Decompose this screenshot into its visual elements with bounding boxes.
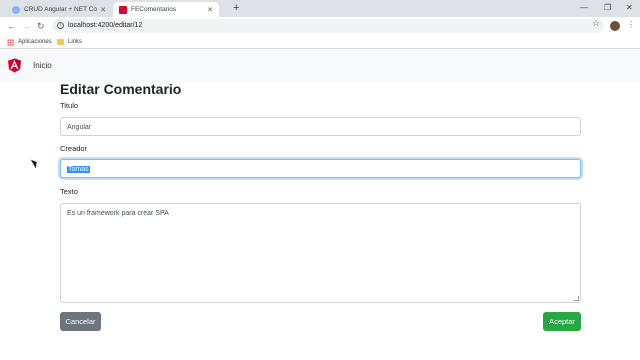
minimize-icon[interactable]: —: [580, 2, 588, 14]
globe-icon: [12, 5, 20, 14]
tab-crud-angular[interactable]: CRUD Angular + NET Core | Prez ✕: [6, 2, 112, 17]
texto-value: Es un framework para crear SPA: [67, 210, 169, 217]
forward-icon[interactable]: →: [22, 20, 31, 32]
bookmark-links[interactable]: Links: [57, 37, 82, 47]
tab-strip: CRUD Angular + NET Core | Prez ✕ FEComen…: [0, 0, 640, 17]
cancel-button[interactable]: Cancelar: [60, 312, 101, 331]
back-icon[interactable]: ←: [7, 20, 16, 32]
tab-close-icon[interactable]: ✕: [100, 6, 106, 14]
creador-input[interactable]: Tomas: [60, 159, 581, 178]
bookmark-label: Aplicaciones: [18, 39, 52, 45]
bookmarks-bar: Aplicaciones Links: [0, 35, 640, 49]
tab-close-icon[interactable]: ✕: [207, 6, 213, 14]
angular-favicon-icon: [119, 5, 127, 14]
app-navbar: Inicio: [0, 50, 640, 82]
tab-title: FEComentarios: [131, 6, 177, 13]
star-icon[interactable]: ☆: [592, 18, 600, 29]
tab-title: CRUD Angular + NET Core | Prez: [24, 6, 98, 13]
resize-grip-icon[interactable]: [574, 296, 579, 301]
titulo-input[interactable]: Angular: [60, 117, 581, 136]
mouse-cursor-icon: [30, 157, 40, 169]
tab-fecomentarios[interactable]: FEComentarios ✕: [113, 2, 219, 17]
nav-link-inicio[interactable]: Inicio: [33, 61, 52, 70]
accept-button[interactable]: Aceptar: [543, 312, 581, 331]
address-bar[interactable]: i localhost:4200/editar/12: [52, 19, 604, 33]
address-url: localhost:4200/editar/12: [68, 22, 143, 29]
angular-logo-icon[interactable]: [8, 58, 21, 73]
browser-toolbar: ← → ↻ i localhost:4200/editar/12: [0, 17, 640, 35]
apps-grid-icon: [7, 38, 14, 46]
menu-icon[interactable]: ⋮: [627, 20, 635, 29]
creador-value: Tomas: [67, 166, 90, 173]
maximize-icon[interactable]: ❐: [604, 2, 611, 14]
bookmark-label: Links: [68, 39, 83, 45]
titulo-label: Titulo: [60, 101, 79, 110]
plus-icon[interactable]: +: [233, 2, 239, 15]
info-icon[interactable]: i: [57, 22, 64, 29]
texto-label: Texto: [60, 187, 78, 196]
close-icon[interactable]: ✕: [626, 2, 633, 14]
avatar[interactable]: [610, 21, 620, 31]
reload-icon[interactable]: ↻: [37, 20, 45, 32]
texto-textarea[interactable]: Es un framework para crear SPA: [60, 203, 581, 303]
page-title: Editar Comentario: [60, 81, 182, 97]
creador-label: Creador: [60, 144, 88, 153]
bookmark-apps[interactable]: Aplicaciones: [7, 37, 52, 47]
titulo-value: Angular: [67, 124, 92, 131]
folder-icon: [57, 39, 64, 45]
